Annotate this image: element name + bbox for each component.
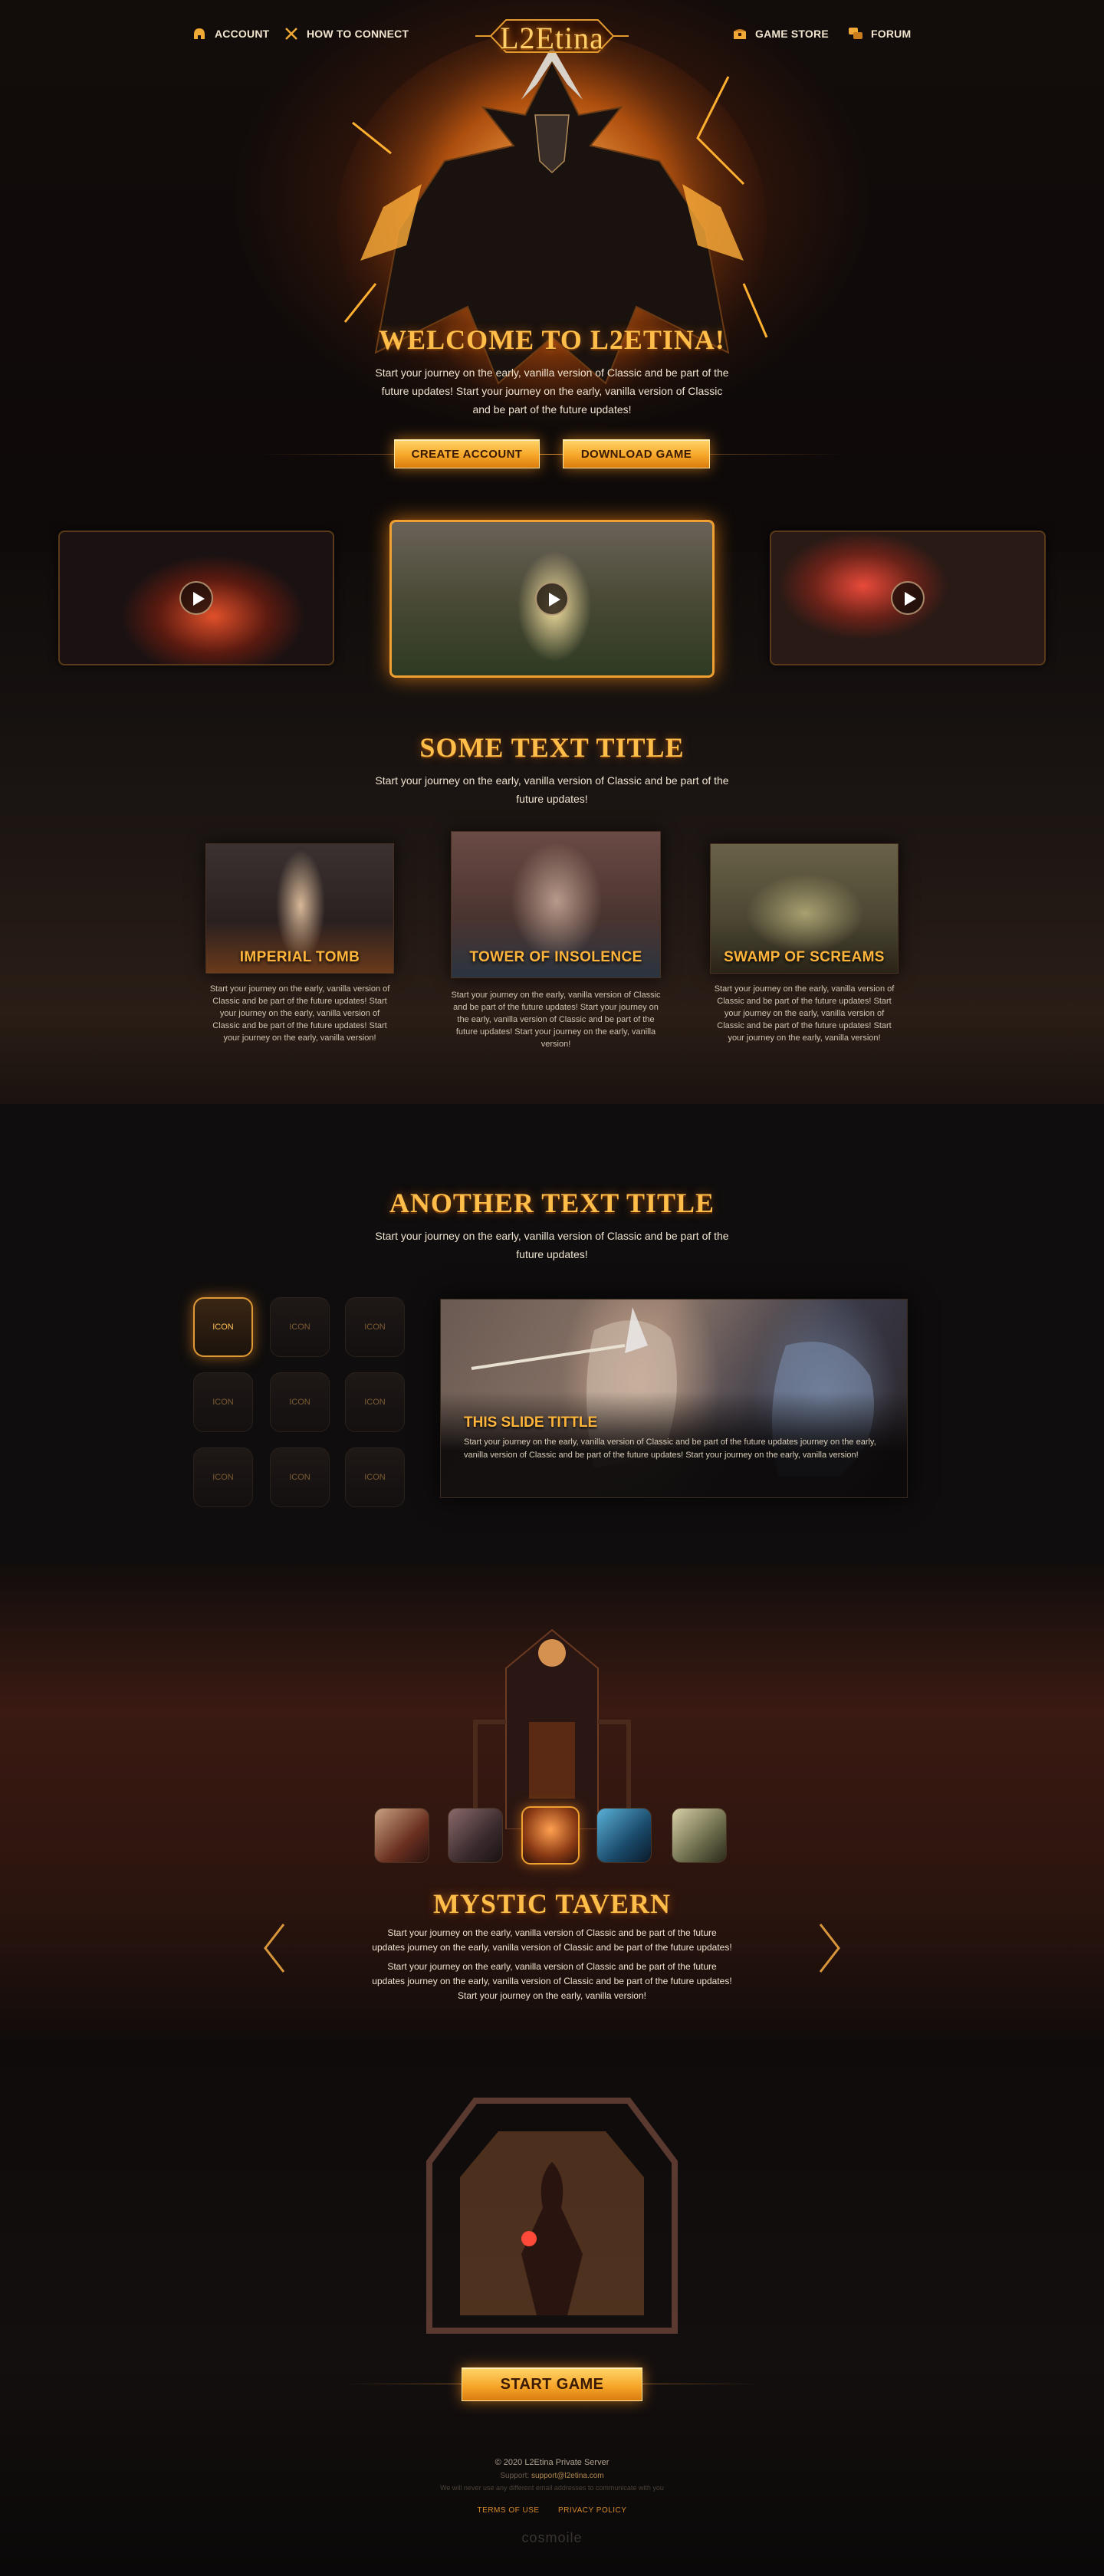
chat-bubbles-icon — [849, 28, 863, 39]
location-description: Start your journey on the early, vanilla… — [209, 984, 390, 1043]
tavern-thumbnail[interactable] — [374, 1808, 429, 1863]
logo[interactable]: L2Etina — [475, 11, 629, 61]
support-label: Support: — [500, 2472, 530, 2480]
logo-text: L2Etina — [500, 21, 604, 55]
nav-how-to-connect-label: HOW TO CONNECT — [307, 28, 409, 40]
section-title: SOME TEXT TITLE — [419, 732, 685, 763]
portal-artwork — [426, 2098, 678, 2334]
tavern-thumbnail[interactable] — [448, 1808, 503, 1863]
section-title: ANOTHER TEXT TITLE — [389, 1188, 715, 1218]
feature-icon-tile[interactable]: ICON — [345, 1297, 405, 1357]
play-button[interactable] — [535, 582, 569, 616]
nav-account-label: ACCOUNT — [215, 28, 270, 40]
feature-icon-tile[interactable]: ICON — [345, 1372, 405, 1432]
nav-forum[interactable]: FORUM — [848, 26, 911, 41]
footer-support: Support: support@l2etina.com — [0, 2472, 1104, 2480]
nav-how-to-connect[interactable]: HOW TO CONNECT — [284, 26, 409, 41]
feature-slide: THIS SLIDE TITTLE Start your journey on … — [440, 1299, 908, 1498]
tavern-thumbnail-active[interactable] — [521, 1806, 580, 1865]
hero-title: WELCOME TO L2ETINA! — [379, 324, 725, 355]
hero-description: Start your journey on the early, vanilla… — [375, 366, 729, 416]
video-thumbnail-1[interactable] — [58, 531, 334, 665]
slide-title: THIS SLIDE TITTLE — [464, 1414, 598, 1431]
tavern-building-artwork — [473, 1628, 631, 1829]
tavern-title: MYSTIC TAVERN — [432, 1888, 672, 1919]
slide-description: Start your journey on the early, vanilla… — [464, 1438, 876, 1460]
tavern-prev-arrow[interactable] — [259, 1921, 290, 1975]
footer-credit[interactable]: cosmoile — [0, 2530, 1104, 2546]
play-icon — [193, 592, 205, 606]
feature-icon-tile[interactable]: ICON — [270, 1297, 330, 1357]
download-game-button[interactable]: DOWNLOAD GAME — [563, 439, 710, 468]
tavern-description-1: Start your journey on the early, vanilla… — [372, 1927, 732, 1953]
support-email-link[interactable]: support@l2etina.com — [531, 2472, 604, 2480]
tavern-thumbnail[interactable] — [672, 1808, 727, 1863]
feature-icon-tile[interactable]: ICON — [270, 1372, 330, 1432]
tavern-thumbnail[interactable] — [596, 1808, 652, 1863]
tavern-description-2: Start your journey on the early, vanilla… — [372, 1961, 732, 2001]
play-button[interactable] — [891, 581, 925, 615]
create-account-button[interactable]: CREATE ACCOUNT — [394, 439, 540, 468]
play-icon — [549, 593, 560, 606]
footer-note: We will never use any different email ad… — [440, 2484, 664, 2492]
terms-of-use-link[interactable]: TERMS OF USE — [478, 2506, 540, 2515]
nav-game-store-label: GAME STORE — [755, 28, 829, 40]
location-title: IMPERIAL TOMB — [239, 949, 360, 965]
crossed-swords-icon — [285, 28, 297, 40]
play-icon — [905, 592, 916, 606]
nav-game-store[interactable]: GAME STORE — [732, 26, 829, 41]
feature-icon-tile[interactable]: ICON — [193, 1447, 253, 1507]
location-description: Start your journey on the early, vanilla… — [451, 991, 661, 1049]
start-game-button[interactable]: START GAME — [462, 2367, 642, 2401]
location-title: TOWER OF INSOLENCE — [469, 949, 642, 965]
hero-button-divider — [261, 454, 843, 455]
section-description: Start your journey on the early, vanilla… — [375, 1230, 729, 1260]
nav-account[interactable]: ACCOUNT — [192, 26, 269, 41]
treasure-chest-icon — [734, 29, 746, 39]
location-title: SWAMP OF SCREAMS — [724, 949, 885, 965]
footer-links: TERMS OF USE PRIVACY POLICY — [0, 2502, 1104, 2516]
tavern-next-arrow[interactable] — [814, 1921, 845, 1975]
video-thumbnail-3[interactable] — [770, 531, 1046, 665]
privacy-policy-link[interactable]: PRIVACY POLICY — [558, 2506, 626, 2515]
nav-forum-label: FORUM — [871, 28, 912, 40]
section-description: Start your journey on the early, vanilla… — [375, 774, 729, 805]
feature-icon-tile[interactable]: ICON — [270, 1447, 330, 1507]
feature-icon-tile[interactable]: ICON — [345, 1447, 405, 1507]
feature-icon-tile[interactable]: ICON — [193, 1297, 253, 1357]
play-button[interactable] — [179, 581, 213, 615]
helmet-icon — [194, 28, 205, 39]
video-thumbnail-2[interactable] — [389, 520, 715, 678]
location-description: Start your journey on the early, vanilla… — [714, 984, 895, 1043]
footer-copyright: © 2020 L2Etina Private Server — [495, 2458, 610, 2467]
feature-icon-tile[interactable]: ICON — [193, 1372, 253, 1432]
